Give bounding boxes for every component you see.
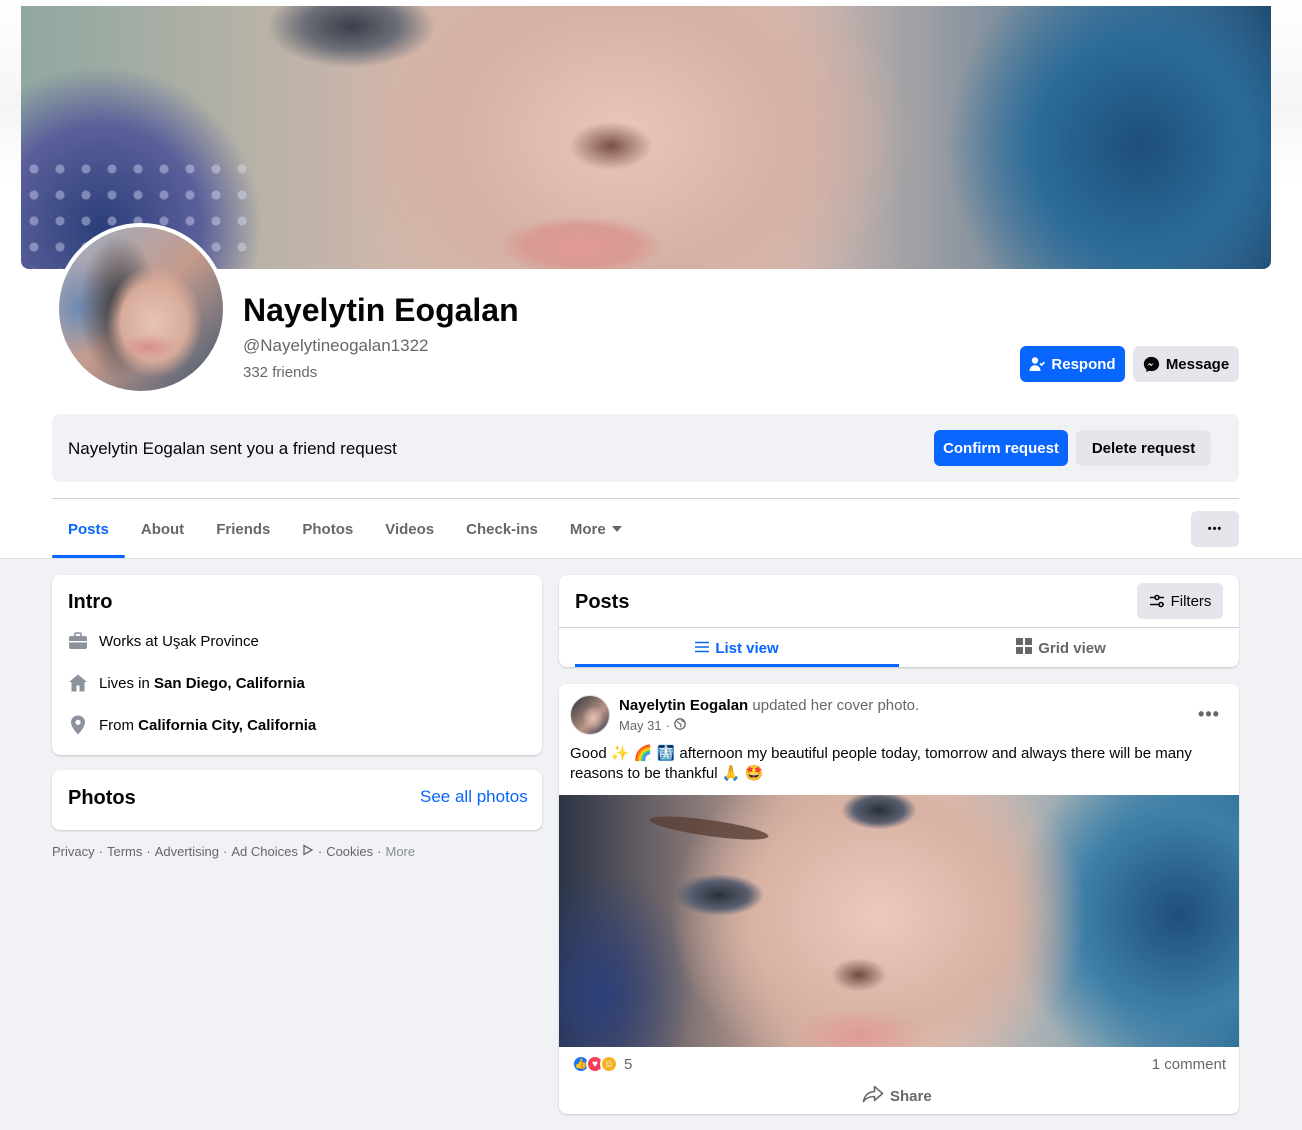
footer-privacy-link[interactable]: Privacy	[52, 844, 95, 859]
intro-from-value[interactable]: California City, California	[138, 717, 316, 734]
respond-label: Respond	[1051, 355, 1116, 373]
message-label: Message	[1165, 355, 1230, 373]
list-view-indicator	[575, 664, 899, 667]
footer-separator: ·	[98, 844, 103, 859]
intro-from: From California City, California	[67, 714, 316, 736]
tab-label: More	[569, 520, 606, 538]
tab-posts[interactable]: Posts	[52, 500, 125, 558]
cover-photo[interactable]	[21, 6, 1271, 269]
profile-avatar[interactable]	[59, 227, 223, 391]
header-divider	[52, 498, 1239, 499]
tab-label: Videos	[385, 520, 435, 538]
footer-advertising-link[interactable]: Advertising	[155, 844, 219, 859]
profile-tabs: Posts About Friends Photos Videos Check-…	[52, 500, 638, 558]
post-action-text: updated her cover photo.	[748, 697, 920, 714]
more-dots-icon: •••	[1198, 703, 1220, 724]
tab-label: Check-ins	[466, 520, 538, 538]
pin-icon	[67, 714, 89, 736]
posts-panel-divider	[559, 627, 1239, 628]
tab-label: Photos	[302, 520, 354, 538]
home-icon	[67, 672, 89, 694]
post-photo[interactable]	[559, 795, 1239, 1047]
delete-request-button[interactable]: Delete request	[1076, 430, 1211, 466]
post-date[interactable]: May 31	[619, 718, 662, 733]
friend-request-text: Nayelytin Eogalan sent you a friend requ…	[68, 439, 397, 458]
ad-choices-icon	[302, 844, 314, 859]
post-meta: May 31 ·	[619, 718, 686, 733]
share-button[interactable]: Share	[862, 1084, 942, 1108]
intro-title: Intro	[68, 591, 113, 613]
footer-more-link[interactable]: More	[386, 844, 416, 859]
grid-view-label: Grid view	[1038, 639, 1106, 657]
footer-separator: ·	[377, 844, 382, 859]
share-arrow-icon	[862, 1085, 884, 1107]
grid-icon	[1016, 638, 1033, 658]
intro-lives-value[interactable]: San Diego, California	[154, 675, 305, 692]
tab-friends[interactable]: Friends	[200, 500, 286, 558]
sliders-icon	[1149, 594, 1165, 608]
footer-cookies-link[interactable]: Cookies	[326, 844, 373, 859]
messenger-icon	[1143, 356, 1160, 373]
grid-view-tab[interactable]: Grid view	[899, 630, 1223, 666]
tab-photos[interactable]: Photos	[286, 500, 369, 558]
filters-label: Filters	[1170, 592, 1212, 610]
respond-button[interactable]: Respond	[1020, 346, 1125, 382]
confirm-request-button[interactable]: Confirm request	[934, 430, 1068, 466]
tab-label: Friends	[216, 520, 271, 538]
tab-more[interactable]: More	[554, 500, 638, 558]
footer-separator: ·	[223, 844, 228, 859]
message-button[interactable]: Message	[1133, 346, 1239, 382]
tab-about[interactable]: About	[125, 500, 200, 558]
comment-count-link[interactable]: 1 comment	[1130, 1056, 1226, 1073]
tab-label: About	[140, 520, 185, 538]
share-label: Share	[890, 1087, 932, 1105]
care-reaction-icon: ☺	[600, 1055, 618, 1073]
post-body-text: Good ✨ 🌈 🩻 afternoon my beautiful people…	[570, 745, 1192, 782]
post-meta-separator: ·	[665, 718, 670, 733]
list-view-label: List view	[715, 639, 779, 657]
tab-label: Posts	[68, 520, 109, 538]
post-header: Nayelytin Eogalan updated her cover phot…	[619, 697, 919, 714]
footer-links: Privacy · Terms · Advertising · Ad Choic…	[52, 844, 415, 859]
post-author-name[interactable]: Nayelytin Eogalan	[619, 697, 748, 714]
filters-button[interactable]: Filters	[1137, 583, 1223, 619]
posts-panel-title: Posts	[575, 591, 630, 613]
post-reactions[interactable]: 👍 ♥ ☺ 5	[572, 1055, 632, 1073]
footer-terms-link[interactable]: Terms	[107, 844, 142, 859]
profile-more-options-button[interactable]: •••	[1191, 511, 1239, 547]
see-all-photos-link[interactable]: See all photos	[420, 787, 528, 807]
intro-work: Works at Uşak Province	[67, 630, 259, 652]
post-options-button[interactable]: •••	[1194, 700, 1224, 728]
intro-work-prefix: Works at	[99, 632, 163, 650]
intro-lives: Lives in San Diego, California	[67, 672, 305, 694]
intro-work-value: Uşak Province	[162, 632, 259, 650]
intro-lives-prefix: Lives in	[99, 674, 155, 692]
post-author-avatar[interactable]	[570, 695, 610, 735]
caret-down-icon	[611, 526, 622, 532]
list-view-tab[interactable]: List view	[575, 630, 899, 666]
footer-separator: ·	[317, 844, 323, 859]
friends-count[interactable]: 332 friends	[243, 364, 317, 381]
photos-title: Photos	[68, 787, 136, 809]
tab-videos[interactable]: Videos	[369, 500, 450, 558]
profile-name: Nayelytin Eogalan	[243, 292, 519, 328]
globe-icon	[674, 718, 686, 733]
footer-separator: ·	[146, 844, 151, 859]
briefcase-icon	[67, 630, 89, 652]
tab-check-ins[interactable]: Check-ins	[450, 500, 554, 558]
list-icon	[695, 640, 710, 657]
person-add-icon	[1029, 356, 1046, 372]
footer-ad-choices-link[interactable]: Ad Choices	[231, 844, 297, 859]
reaction-count: 5	[624, 1055, 633, 1073]
intro-from-prefix: From	[99, 716, 139, 734]
profile-handle: @Nayelytineogalan1322	[243, 336, 429, 355]
